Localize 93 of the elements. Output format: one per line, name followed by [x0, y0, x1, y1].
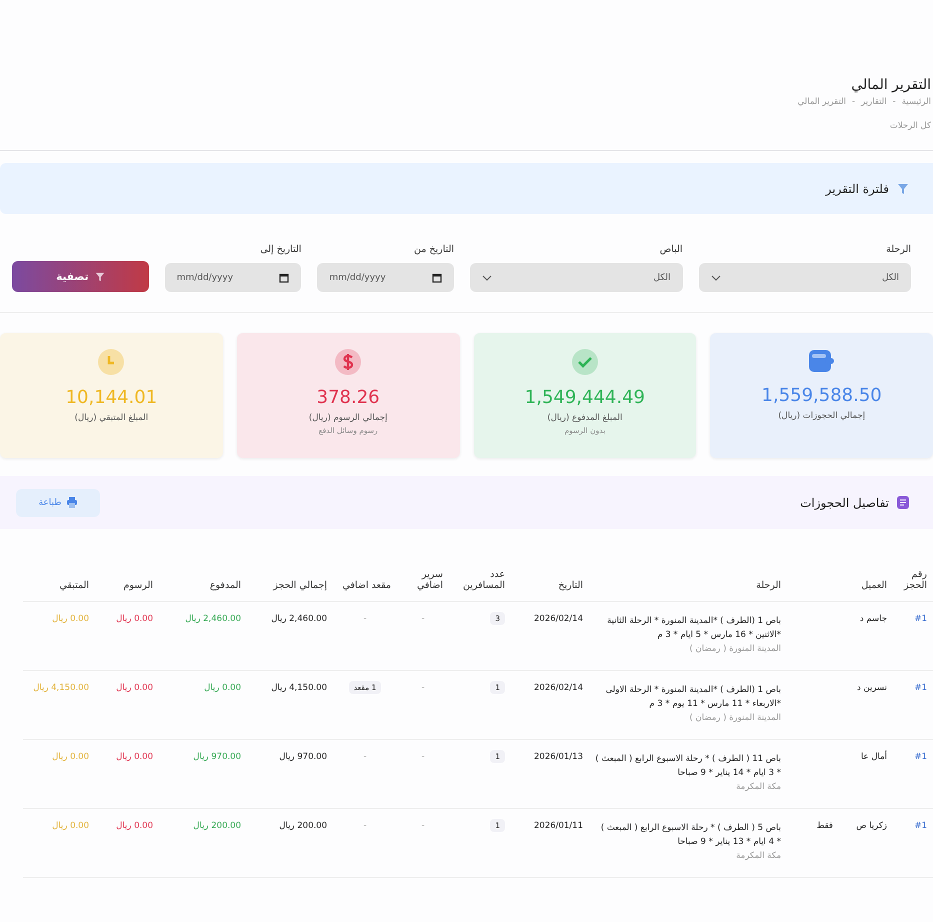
total-amount: 2,460.00 ريال — [271, 614, 327, 624]
printer-icon — [67, 497, 78, 508]
trip-description: باص 1 (الطرف ) *المدينة المنورة * الرحلة الاولى *الاربعاء * 11 مارس * 11 يوم * 3 م — [604, 684, 781, 712]
paid-amount: 200.00 ريال — [193, 821, 241, 832]
extra-bed-value: - — [421, 821, 425, 832]
remaining-amount: 0.00 ريال — [52, 752, 89, 762]
booking-date: 2026/02/14 — [534, 683, 583, 694]
date-field[interactable]: mm/dd/yyyy — [164, 263, 302, 292]
breadcrumb-link[interactable]: التقرير المالي — [798, 97, 846, 107]
paid-amount: 970.00 ريال — [193, 752, 241, 762]
booking-number-link[interactable]: #1 — [914, 683, 927, 694]
dollar-icon — [335, 349, 362, 375]
customer-name: أمال عا — [860, 752, 887, 762]
total-amount: 200.00 ريال — [279, 821, 327, 832]
breadcrumb-separator: - — [892, 97, 896, 107]
paid-amount: 0.00 ريال — [204, 683, 241, 694]
calendar-icon[interactable] — [432, 272, 442, 282]
trip-description: باص 1 (الطرف ) *المدينة المنورة * الرحلة الثانية *الاثنين * 16 مارس * 5 ايام * 3 م — [606, 615, 781, 642]
field-label: الرحلة — [885, 244, 911, 255]
filter-icon — [94, 272, 105, 282]
select-field[interactable]: الكل — [470, 263, 683, 292]
filter-title: فلترة التقرير — [826, 182, 889, 196]
trip-description: باص 11 ( الطرف ) * رحلة الاسبوع الرابع ( المبعث ) * 3 ايام * 14 يناير * 9 صباحا — [595, 753, 781, 780]
chevron-down-icon — [482, 274, 492, 280]
filter-icon — [897, 182, 909, 194]
page-title: التقرير المالي — [851, 77, 931, 93]
page-subtitle: كل الرحلات — [890, 121, 931, 131]
table-text: فقط — [816, 821, 833, 832]
column-header: الرسوم — [123, 580, 153, 591]
column-header: العميل — [861, 580, 887, 591]
booking-number-link[interactable]: #1 — [914, 752, 927, 762]
fees-amount: 0.00 ريال — [116, 821, 153, 832]
trip-description: باص 5 ( الطرف ) * رحلة الاسبوع الرابع ( المبعث ) * 4 ايام * 13 يناير * 9 صباحا — [600, 822, 781, 850]
fees-amount: 0.00 ريال — [116, 752, 153, 762]
trip-destination: مكة المكرمة — [735, 850, 781, 864]
column-header: المدفوع — [210, 580, 241, 591]
print-button[interactable]: طباعة — [16, 488, 100, 516]
column-header: الرحلة — [756, 580, 781, 591]
extra-bed-value: - — [421, 752, 425, 762]
trip-destination: المدينة المنورة ( رمضان ) — [688, 643, 781, 656]
document-icon — [897, 496, 909, 509]
total-amount: 4,150.00 ريال — [271, 683, 327, 694]
field-label: التاريخ إلى — [259, 244, 302, 255]
breadcrumb-link[interactable]: الرئيسية — [902, 97, 931, 107]
filter-button[interactable]: تصفية — [12, 261, 149, 292]
column-header: سرير اضافي — [416, 569, 443, 591]
check-icon — [572, 349, 598, 375]
customer-name: جاسم د — [860, 614, 887, 624]
column-header: رقم الحجز — [904, 569, 927, 591]
bookings-title: تفاصيل الحجوزات — [800, 496, 889, 510]
field-label: الباص — [658, 244, 683, 255]
column-header: المتبقي — [60, 580, 89, 591]
remaining-amount: 4,150.00 ريال — [33, 683, 89, 694]
extra-seat-value: - — [363, 752, 367, 762]
stat-value: 1,559,588.50 — [762, 385, 882, 406]
fees-amount: 0.00 ريال — [116, 614, 153, 624]
booking-number-link[interactable]: #1 — [914, 821, 927, 832]
breadcrumb-separator: - — [852, 97, 856, 107]
stat-label: المبلغ المتبقي (ريال) — [74, 413, 148, 423]
paid-amount: 2,460.00 ريال — [185, 614, 241, 624]
trip-destination: مكة المكرمة — [735, 781, 781, 794]
calendar-icon[interactable] — [279, 272, 290, 282]
extra-bed-value: - — [421, 614, 425, 624]
booking-date: 2026/01/11 — [534, 821, 583, 832]
column-header: عدد المسافرين — [462, 569, 505, 591]
select-field[interactable]: الكل — [698, 263, 911, 292]
extra-bed-value: - — [421, 683, 425, 694]
stat-label: المبلغ المدفوع (ريال) — [547, 413, 622, 423]
stat-value: 378.26 — [316, 387, 380, 408]
remaining-amount: 0.00 ريال — [52, 821, 89, 832]
field-label: التاريخ من — [413, 244, 454, 255]
date-field[interactable]: mm/dd/yyyy — [317, 263, 454, 292]
breadcrumb-link[interactable]: التقارير — [861, 97, 887, 107]
extra-seat-value: - — [363, 614, 367, 624]
fees-amount: 0.00 ريال — [116, 683, 153, 694]
booking-date: 2026/01/13 — [534, 752, 583, 762]
chevron-down-icon — [710, 274, 721, 280]
booking-date: 2026/02/14 — [534, 614, 583, 624]
extra-seat-value: - — [363, 821, 367, 832]
customer-name: نسرين د — [857, 683, 887, 694]
clock-icon — [98, 349, 124, 375]
booking-number-link[interactable]: #1 — [914, 614, 927, 624]
customer-name: زكريا ص — [856, 821, 887, 832]
stat-label: إجمالي الحجوزات (ريال) — [778, 411, 866, 421]
stat-value: 1,549,444.49 — [524, 387, 645, 408]
total-amount: 970.00 ريال — [279, 752, 327, 762]
remaining-amount: 0.00 ريال — [52, 614, 89, 624]
stat-label: إجمالي الرسوم (ريال) — [308, 413, 388, 423]
column-header: إجمالي الحجز — [273, 580, 327, 591]
column-header: مقعد اضافي — [342, 580, 391, 591]
stat-value: 10,144.01 — [66, 387, 158, 408]
trip-destination: المدينة المنورة ( رمضان ) — [688, 712, 781, 726]
column-header: التاريخ — [558, 580, 583, 591]
